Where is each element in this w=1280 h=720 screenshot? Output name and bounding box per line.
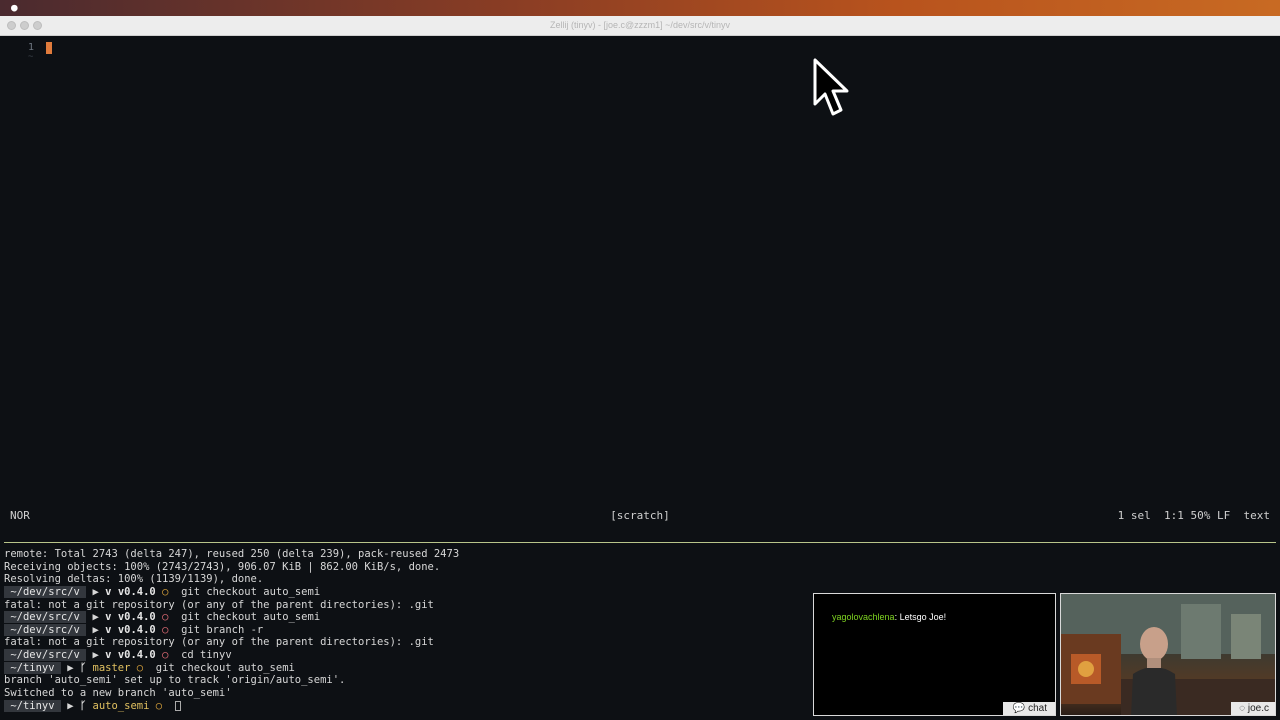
prompt-branch: v0.4.0: [117, 611, 156, 624]
terminal-prompt-line: ~/tinyv ▶ ᚴ master ○ git checkout auto_s…: [4, 661, 804, 675]
window-title-bar: Zellij (tinyv) - [joe.c@zzzm1] ~/dev/src…: [0, 16, 1280, 36]
chat-tab-label: chat: [1028, 703, 1047, 714]
terminal-output-line: remote: Total 2743 (delta 247), reused 2…: [4, 548, 460, 560]
webcam-tab: ◌ joe.c: [1231, 702, 1275, 715]
editor-status-line: NOR [scratch] 1 sel 1:1 50% LF text: [0, 506, 1280, 526]
window-title: Zellij (tinyv) - [joe.c@zzzm1] ~/dev/src…: [550, 20, 730, 30]
mouse-pointer-icon: [813, 58, 849, 116]
chat-tab: 💬 chat: [1002, 702, 1055, 715]
prompt-status-icon: ○: [162, 585, 169, 598]
prompt-separator: ▶: [86, 623, 106, 636]
prompt-vcs-icon: ᚴ: [79, 699, 87, 712]
prompt-command: git checkout auto_semi: [155, 661, 295, 674]
prompt-command: git checkout auto_semi: [181, 585, 321, 598]
file-language: text: [1243, 509, 1271, 522]
terminal-output-line: Switched to a new branch 'auto_semi': [4, 687, 232, 700]
selection-count: 1 sel: [1117, 509, 1151, 522]
prompt-command: git checkout auto_semi: [181, 611, 321, 624]
prompt-directory: ~/tinyv: [4, 661, 61, 674]
pane-divider: [4, 542, 1276, 543]
prompt-separator: ▶: [60, 699, 80, 712]
prompt-directory: ~/dev/src/v: [4, 649, 87, 662]
terminal-prompt-line: ~/dev/src/v ▶ v v0.4.0 ○ cd tinyv: [4, 649, 804, 662]
line-ending: LF: [1217, 509, 1231, 522]
chat-bubble-icon: 💬: [1012, 703, 1026, 714]
editor-pane[interactable]: 1 ~: [0, 36, 1280, 506]
editor-cursor: [46, 42, 52, 54]
webcam-icon: ◌: [1239, 703, 1246, 714]
chat-overlay: yagolovachlena: Letsgo Joe! 💬 chat: [813, 593, 1056, 716]
prompt-directory: ~/dev/src/v: [4, 611, 87, 624]
terminal-pane[interactable]: remote: Total 2743 (delta 247), reused 2…: [4, 548, 804, 716]
terminal-output-line: Resolving deltas: 100% (1139/1139), done…: [4, 573, 264, 586]
chat-message: yagolovachlena: Letsgo Joe!: [832, 612, 946, 622]
prompt-vcs-icon: v: [105, 649, 112, 662]
prompt-branch: v0.4.0: [117, 623, 156, 636]
terminal-cursor: [174, 700, 181, 711]
scroll-percent: 50%: [1190, 509, 1211, 522]
prompt-separator: ▶: [86, 611, 106, 624]
empty-line-marker: ~: [28, 52, 34, 62]
prompt-vcs-icon: ᚴ: [79, 661, 87, 674]
cursor-position: 1:1: [1164, 509, 1184, 522]
status-right: 1 sel 1:1 50% LF text: [1118, 506, 1270, 526]
chat-username: yagolovachlena: [832, 612, 895, 622]
prompt-separator: ▶: [60, 661, 80, 674]
webcam-tab-label: joe.c: [1247, 703, 1269, 714]
prompt-status-icon: ○: [162, 649, 169, 662]
prompt-status-icon: ○: [162, 611, 169, 624]
prompt-directory: ~/dev/src/v: [4, 623, 87, 636]
prompt-branch: v0.4.0: [117, 649, 156, 662]
terminal-output-line: Receiving objects: 100% (2743/2743), 906…: [4, 560, 441, 573]
terminal-prompt-line: ~/dev/src/v ▶ v v0.4.0 ○ git branch -r: [4, 623, 804, 637]
prompt-directory: ~/dev/src/v: [4, 585, 87, 598]
prompt-separator: ▶: [86, 585, 106, 598]
prompt-vcs-icon: v: [105, 623, 112, 636]
prompt-separator: ▶: [86, 649, 106, 662]
apple-menu-icon[interactable]: ●: [11, 0, 25, 16]
prompt-branch: v0.4.0: [117, 585, 156, 598]
prompt-branch: auto_semi: [92, 699, 150, 712]
macos-menu-bar: ●: [0, 0, 1280, 16]
prompt-status-icon: ○: [162, 623, 169, 636]
webcam-image: [1061, 594, 1275, 715]
terminal-output-line: fatal: not a git repository (or any of t…: [4, 598, 434, 611]
terminal-prompt-line: ~/tinyv ▶ ᚴ auto_semi ○: [4, 699, 804, 713]
prompt-vcs-icon: v: [105, 585, 112, 598]
prompt-vcs-icon: v: [105, 611, 112, 624]
webcam-overlay: ◌ joe.c: [1060, 593, 1276, 716]
prompt-command: git branch -r: [181, 623, 264, 636]
terminal-output-line: fatal: not a git repository (or any of t…: [4, 636, 434, 649]
prompt-command: cd tinyv: [181, 649, 232, 662]
prompt-status-icon: ○: [136, 661, 144, 674]
prompt-status-icon: ○: [155, 699, 163, 712]
terminal-output-line: branch 'auto_semi' set up to track 'orig…: [4, 674, 346, 687]
buffer-name: [scratch]: [610, 509, 670, 522]
terminal-prompt-line: ~/dev/src/v ▶ v v0.4.0 ○ git checkout au…: [4, 585, 804, 599]
prompt-directory: ~/tinyv: [4, 699, 61, 712]
terminal-prompt-line: ~/dev/src/v ▶ v v0.4.0 ○ git checkout au…: [4, 611, 804, 624]
prompt-branch: master: [92, 661, 131, 674]
chat-message-text: : Letsgo Joe!: [894, 612, 947, 622]
